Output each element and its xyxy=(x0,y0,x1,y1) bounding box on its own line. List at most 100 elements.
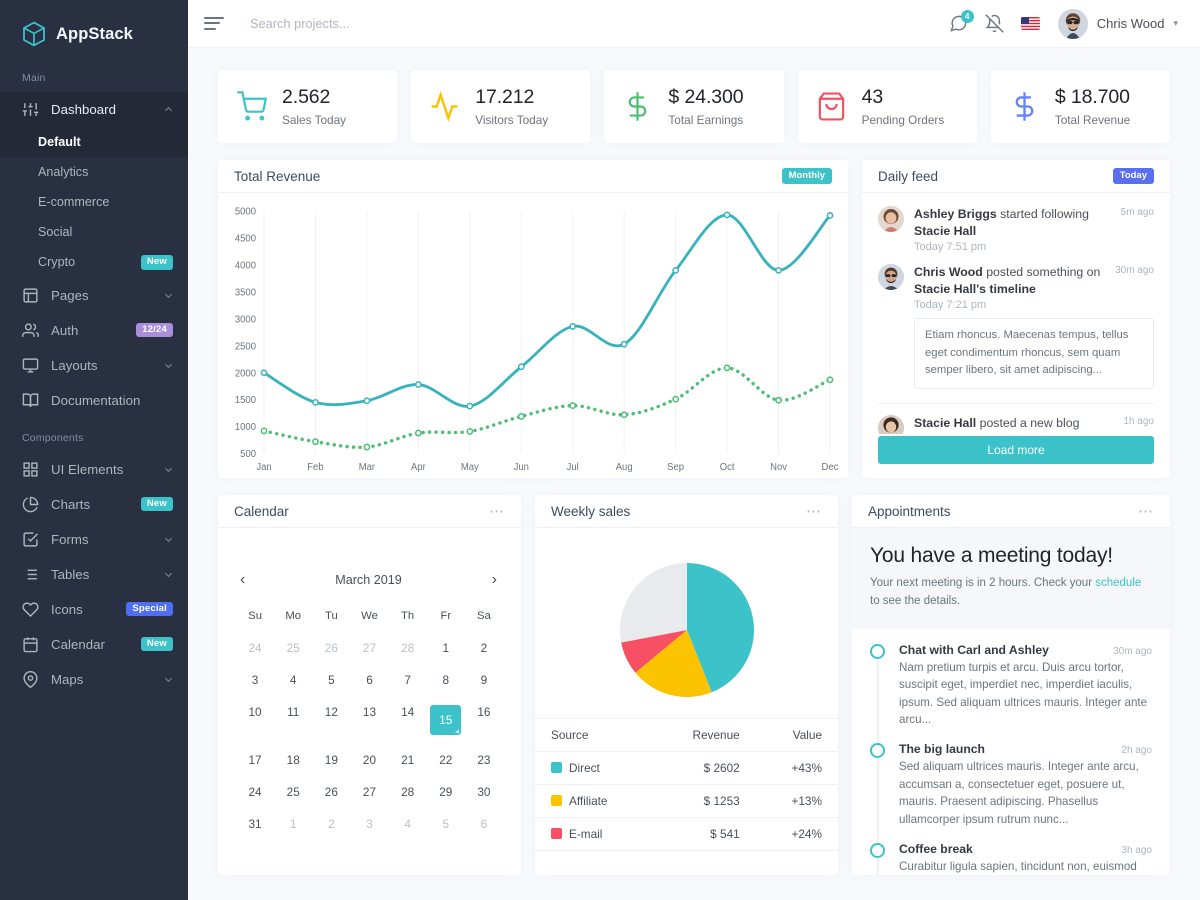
calendar-day[interactable]: 2 xyxy=(465,632,503,664)
sidebar-item-auth[interactable]: Auth 12/24 xyxy=(0,313,188,348)
data-point[interactable] xyxy=(775,396,782,404)
data-point[interactable] xyxy=(363,397,371,405)
load-more-button[interactable]: Load more xyxy=(878,436,1154,464)
calendar-day[interactable]: 29 xyxy=(427,776,465,808)
data-point[interactable] xyxy=(620,411,628,419)
list-item[interactable]: Ashley Briggs started following Stacie H… xyxy=(878,206,1154,264)
table-row[interactable]: Affiliate $ 1253 +13% xyxy=(535,784,838,818)
revenue-chart[interactable]: 500 1000 1500 2000 2500 3000 3500 4000 4500 5000 J… xyxy=(218,193,848,478)
data-point[interactable] xyxy=(415,381,422,388)
calendar-day[interactable]: 12 xyxy=(312,696,350,744)
us-flag-icon[interactable] xyxy=(1020,17,1040,30)
hamburger-icon[interactable] xyxy=(204,16,224,31)
list-item[interactable]: Coffee break 3h ago Curabitur ligula sap… xyxy=(870,842,1152,875)
calendar-day[interactable]: 16 xyxy=(465,696,503,744)
data-point[interactable] xyxy=(723,211,731,219)
calendar-day[interactable]: 15 xyxy=(427,696,465,744)
calendar-day[interactable]: 24 xyxy=(236,632,274,664)
data-point[interactable] xyxy=(517,412,525,420)
sidebar-item-charts[interactable]: Charts New xyxy=(0,487,188,522)
calendar-day[interactable]: 5 xyxy=(312,664,350,696)
data-point[interactable] xyxy=(569,322,577,330)
stat-card-pending-orders[interactable]: 43 Pending Orders xyxy=(797,70,977,143)
calendar-day[interactable]: 20 xyxy=(350,744,388,776)
table-row[interactable]: Direct $ 2602 +43% xyxy=(535,751,838,785)
sidebar-subitem-ecommerce[interactable]: E-commerce xyxy=(0,187,188,217)
ellipsis-icon[interactable]: ⋯ xyxy=(806,504,822,519)
sidebar-item-tables[interactable]: Tables xyxy=(0,557,188,592)
calendar-day[interactable]: 13 xyxy=(350,696,388,744)
stat-card-total-revenue[interactable]: $ 18.700 Total Revenue xyxy=(990,70,1171,143)
calendar-day[interactable]: 4 xyxy=(389,808,427,840)
calendar-day[interactable]: 26 xyxy=(312,776,350,808)
data-point[interactable] xyxy=(723,364,731,372)
data-point[interactable] xyxy=(312,398,319,406)
data-point[interactable] xyxy=(363,443,371,451)
calendar-day[interactable]: 4 xyxy=(274,664,312,696)
calendar-day[interactable]: 6 xyxy=(350,664,388,696)
calendar-day[interactable]: 17 xyxy=(236,744,274,776)
calendar-day[interactable]: 5 xyxy=(427,808,465,840)
list-item[interactable]: Chat with Carl and Ashley 30m ago Nam pr… xyxy=(870,643,1152,744)
ellipsis-icon[interactable]: ⋯ xyxy=(1138,504,1154,519)
pie-slice-other[interactable] xyxy=(619,563,687,643)
period-pill-monthly[interactable]: Monthly xyxy=(781,168,832,184)
data-point[interactable] xyxy=(775,266,782,274)
chevron-right-icon[interactable]: › xyxy=(492,572,497,588)
calendar-day[interactable]: 27 xyxy=(350,632,388,664)
pie-chart[interactable] xyxy=(535,528,838,718)
stat-card-visitors-today[interactable]: 17.212 Visitors Today xyxy=(411,70,591,143)
list-item[interactable]: The big launch 2h ago Sed aliquam ultric… xyxy=(870,742,1152,843)
data-point[interactable] xyxy=(517,363,525,371)
bell-off-icon[interactable] xyxy=(984,13,1005,34)
data-point[interactable] xyxy=(466,402,474,410)
data-point[interactable] xyxy=(260,427,268,435)
calendar-day[interactable]: 27 xyxy=(350,776,388,808)
calendar-day[interactable]: 26 xyxy=(312,632,350,664)
calendar-day[interactable]: 23 xyxy=(465,744,503,776)
stat-card-total-earnings[interactable]: $ 24.300 Total Earnings xyxy=(604,70,784,143)
calendar-day[interactable]: 1 xyxy=(427,632,465,664)
sidebar-item-icons[interactable]: Icons Special xyxy=(0,592,188,627)
sidebar-item-calendar[interactable]: Calendar New xyxy=(0,627,188,662)
data-point[interactable] xyxy=(466,428,474,435)
calendar-day[interactable]: 30 xyxy=(465,776,503,808)
calendar-day[interactable]: 21 xyxy=(389,744,427,776)
ellipsis-icon[interactable]: ⋯ xyxy=(489,504,505,519)
calendar-day[interactable]: 2 xyxy=(312,808,350,840)
calendar-day[interactable]: 18 xyxy=(274,744,312,776)
sidebar-subitem-social[interactable]: Social xyxy=(0,217,188,247)
search-input[interactable] xyxy=(250,16,550,31)
message-icon[interactable]: 4 xyxy=(949,9,974,34)
calendar-day[interactable]: 31 xyxy=(236,808,274,840)
calendar-day[interactable]: 8 xyxy=(427,664,465,696)
calendar-day[interactable]: 25 xyxy=(274,632,312,664)
sidebar-item-forms[interactable]: Forms xyxy=(0,522,188,557)
calendar-day[interactable]: 7 xyxy=(389,664,427,696)
calendar-day[interactable]: 14 xyxy=(389,696,427,744)
calendar-day[interactable]: 24 xyxy=(236,776,274,808)
sidebar-item-maps[interactable]: Maps xyxy=(0,662,188,697)
list-item[interactable]: Stacie Hall posted a new blog 1h ago Tod… xyxy=(878,414,1154,434)
calendar-day[interactable]: 19 xyxy=(312,744,350,776)
sidebar-subitem-analytics[interactable]: Analytics xyxy=(0,157,188,187)
sidebar-subitem-default[interactable]: Default xyxy=(0,127,188,157)
data-point[interactable] xyxy=(672,395,679,403)
calendar-day[interactable]: 11 xyxy=(274,696,312,744)
calendar-day[interactable]: 28 xyxy=(389,632,427,664)
sidebar-item-dashboard[interactable]: Dashboard xyxy=(0,92,188,127)
user-menu[interactable]: Chris Wood ▾ xyxy=(1057,8,1178,39)
calendar-day[interactable]: 1 xyxy=(274,808,312,840)
calendar-day[interactable]: 3 xyxy=(236,664,274,696)
table-row[interactable]: E-mail $ 541 +24% xyxy=(535,817,838,851)
sidebar-item-ui-elements[interactable]: UI Elements xyxy=(0,452,188,487)
calendar-day[interactable]: 9 xyxy=(465,664,503,696)
sidebar-item-documentation[interactable]: Documentation xyxy=(0,383,188,418)
sidebar-item-layouts[interactable]: Layouts xyxy=(0,348,188,383)
data-point[interactable] xyxy=(260,369,268,377)
sidebar-item-pages[interactable]: Pages xyxy=(0,278,188,313)
data-point[interactable] xyxy=(312,438,319,446)
calendar-day[interactable]: 22 xyxy=(427,744,465,776)
stat-card-sales-today[interactable]: 2.562 Sales Today xyxy=(218,70,398,143)
sidebar-subitem-crypto[interactable]: Crypto New xyxy=(0,247,188,278)
